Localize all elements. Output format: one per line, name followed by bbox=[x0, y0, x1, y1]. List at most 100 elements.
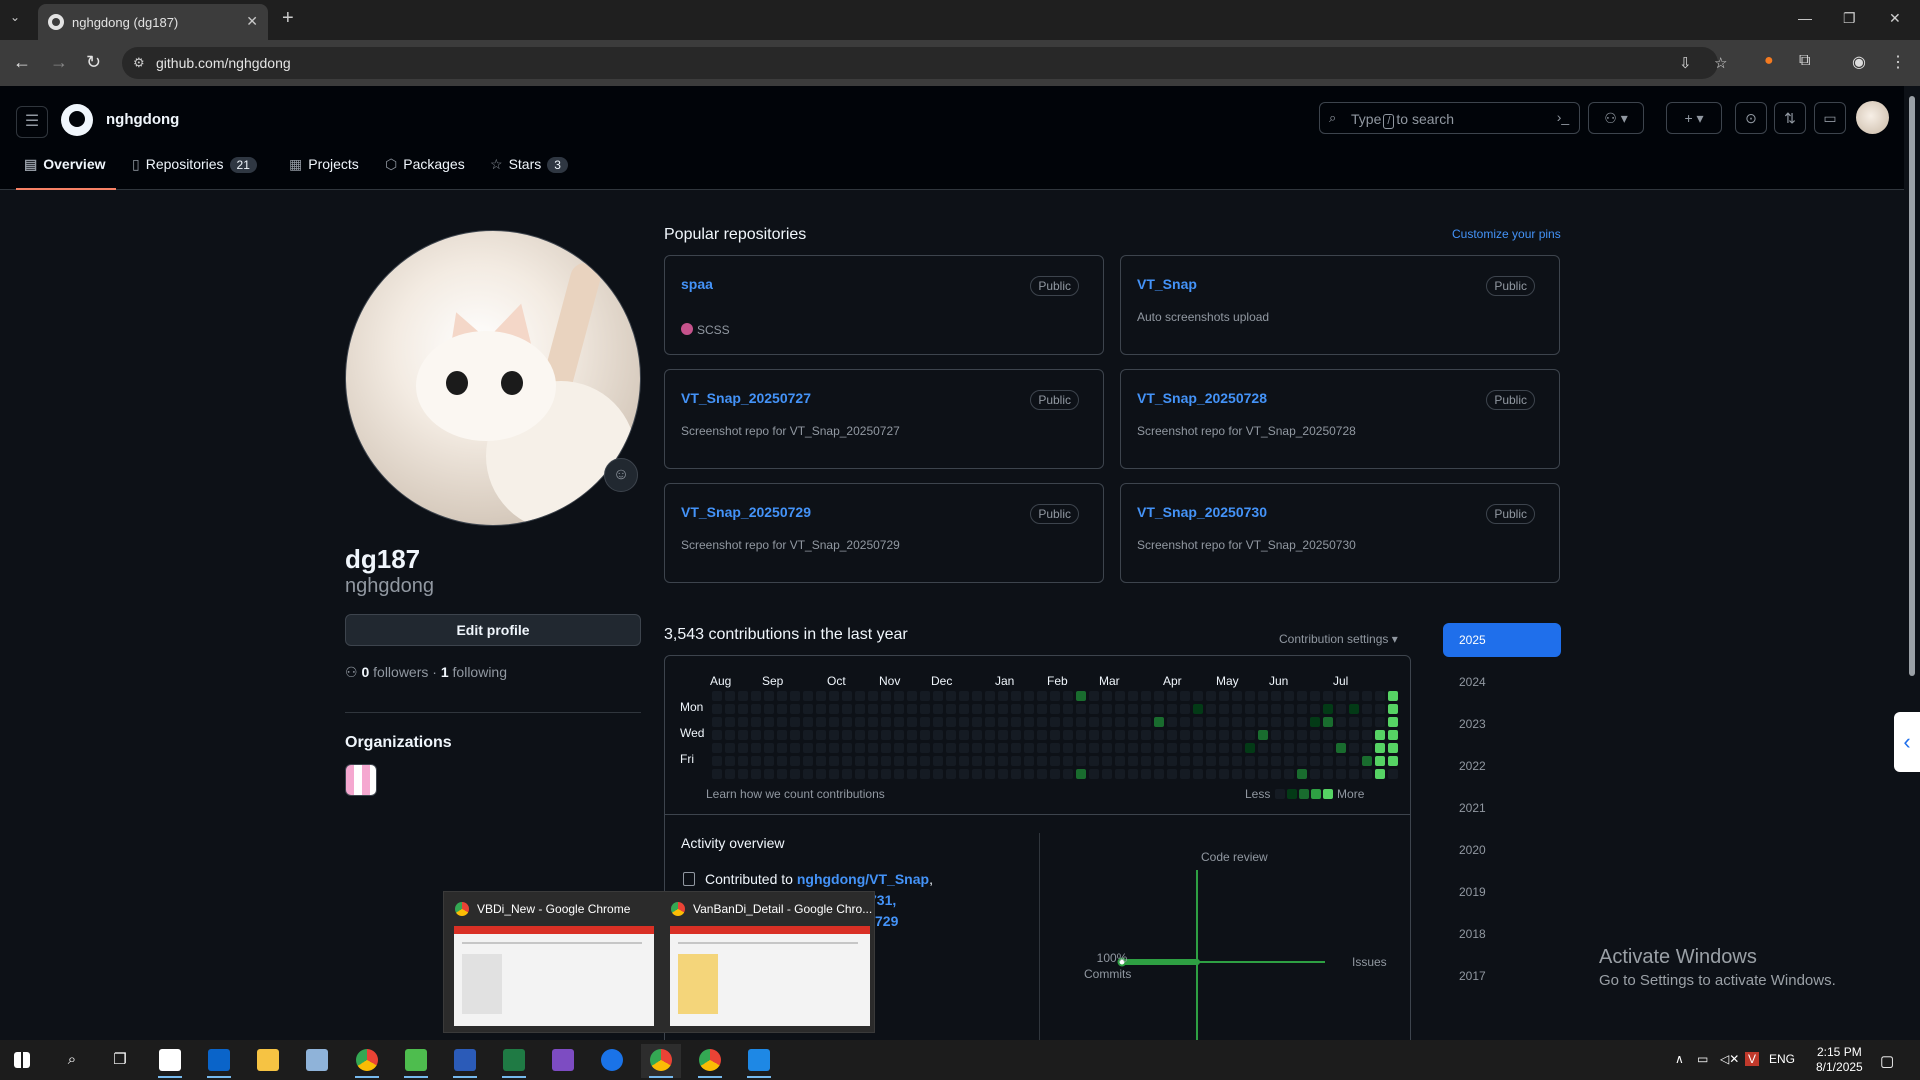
contribution-day[interactable] bbox=[1115, 717, 1125, 727]
contribution-day[interactable] bbox=[1154, 730, 1164, 740]
contribution-day[interactable] bbox=[920, 730, 930, 740]
contribution-day[interactable] bbox=[1167, 756, 1177, 766]
contribution-day[interactable] bbox=[1245, 743, 1255, 753]
contribution-day[interactable] bbox=[1089, 769, 1099, 779]
contribution-day[interactable] bbox=[868, 743, 878, 753]
contribution-day[interactable] bbox=[1141, 756, 1151, 766]
contribution-day[interactable] bbox=[959, 743, 969, 753]
customize-pins-link[interactable]: Customize your pins bbox=[1452, 227, 1561, 241]
file-explorer-icon[interactable] bbox=[248, 1044, 288, 1078]
thumbnail-title[interactable]: VBDi_New - Google Chrome bbox=[477, 902, 630, 916]
contribution-day[interactable] bbox=[1336, 743, 1346, 753]
contribution-day[interactable] bbox=[1362, 704, 1372, 714]
contribution-day[interactable] bbox=[855, 769, 865, 779]
contribution-day[interactable] bbox=[1128, 717, 1138, 727]
contribution-day[interactable] bbox=[1141, 730, 1151, 740]
contribution-day[interactable] bbox=[1245, 691, 1255, 701]
contribution-day[interactable] bbox=[985, 717, 995, 727]
contribution-day[interactable] bbox=[829, 704, 839, 714]
contribution-day[interactable] bbox=[1180, 704, 1190, 714]
contribution-day[interactable] bbox=[1102, 769, 1112, 779]
contribution-day[interactable] bbox=[1388, 743, 1398, 753]
year-2017[interactable]: 2017 bbox=[1443, 959, 1561, 993]
contribution-day[interactable] bbox=[907, 756, 917, 766]
contribution-day[interactable] bbox=[1063, 717, 1073, 727]
contribution-day[interactable] bbox=[881, 756, 891, 766]
bookmark-star-icon[interactable]: ☆ bbox=[1714, 54, 1727, 72]
contribution-day[interactable] bbox=[790, 730, 800, 740]
contribution-day[interactable] bbox=[1193, 730, 1203, 740]
contribution-day[interactable] bbox=[1284, 704, 1294, 714]
contribution-day[interactable] bbox=[972, 704, 982, 714]
contribution-day[interactable] bbox=[985, 743, 995, 753]
outlook-icon[interactable] bbox=[199, 1044, 239, 1078]
copilot-icon[interactable]: ⚇ ▾ bbox=[1588, 102, 1644, 134]
contribution-day[interactable] bbox=[1050, 704, 1060, 714]
contribution-day[interactable] bbox=[972, 691, 982, 701]
contribution-day[interactable] bbox=[1011, 691, 1021, 701]
contribution-day[interactable] bbox=[1258, 730, 1268, 740]
contribution-day[interactable] bbox=[998, 704, 1008, 714]
contribution-day[interactable] bbox=[1063, 704, 1073, 714]
contribution-day[interactable] bbox=[920, 691, 930, 701]
contribution-day[interactable] bbox=[1154, 743, 1164, 753]
contribution-day[interactable] bbox=[1362, 691, 1372, 701]
contribution-day[interactable] bbox=[946, 730, 956, 740]
contribution-day[interactable] bbox=[1024, 704, 1034, 714]
contribution-day[interactable] bbox=[790, 717, 800, 727]
contribution-day[interactable] bbox=[1128, 691, 1138, 701]
contribution-day[interactable] bbox=[933, 691, 943, 701]
contribution-day[interactable] bbox=[1167, 769, 1177, 779]
contribution-day[interactable] bbox=[933, 730, 943, 740]
contribution-day[interactable] bbox=[764, 756, 774, 766]
language-indicator[interactable]: ENG bbox=[1769, 1052, 1795, 1066]
back-icon[interactable]: ← bbox=[13, 52, 31, 73]
contribution-day[interactable] bbox=[816, 704, 826, 714]
contribution-day[interactable] bbox=[1050, 743, 1060, 753]
contribution-day[interactable] bbox=[777, 704, 787, 714]
contribution-day[interactable] bbox=[790, 743, 800, 753]
tab-overview[interactable]: ▤ Overview bbox=[16, 156, 116, 190]
contribution-day[interactable] bbox=[1271, 743, 1281, 753]
contribution-day[interactable] bbox=[1245, 730, 1255, 740]
contribution-day[interactable] bbox=[1232, 756, 1242, 766]
contribution-day[interactable] bbox=[907, 730, 917, 740]
following-count[interactable]: 1 bbox=[441, 664, 449, 680]
contribution-day[interactable] bbox=[1271, 730, 1281, 740]
contribution-day[interactable] bbox=[855, 756, 865, 766]
contribution-day[interactable] bbox=[1336, 704, 1346, 714]
contribution-day[interactable] bbox=[1115, 743, 1125, 753]
contribution-day[interactable] bbox=[1375, 691, 1385, 701]
contribution-day[interactable] bbox=[920, 756, 930, 766]
forward-icon[interactable]: → bbox=[50, 52, 68, 73]
contribution-day[interactable] bbox=[725, 691, 735, 701]
contribution-day[interactable] bbox=[933, 717, 943, 727]
contribution-day[interactable] bbox=[842, 691, 852, 701]
contribution-day[interactable] bbox=[1375, 743, 1385, 753]
contribution-day[interactable] bbox=[1297, 769, 1307, 779]
contribution-day[interactable] bbox=[1154, 717, 1164, 727]
contribution-day[interactable] bbox=[1258, 717, 1268, 727]
contribution-day[interactable] bbox=[1271, 717, 1281, 727]
contribution-day[interactable] bbox=[790, 691, 800, 701]
contribution-day[interactable] bbox=[842, 769, 852, 779]
site-info-icon[interactable]: ⚙ bbox=[133, 55, 145, 71]
contribution-day[interactable] bbox=[1154, 769, 1164, 779]
followers-label[interactable]: followers bbox=[373, 664, 428, 680]
contribution-day[interactable] bbox=[1050, 691, 1060, 701]
contribution-day[interactable] bbox=[738, 730, 748, 740]
contribution-day[interactable] bbox=[1219, 704, 1229, 714]
contribution-day[interactable] bbox=[751, 743, 761, 753]
contribution-day[interactable] bbox=[1102, 704, 1112, 714]
unikey-icon[interactable]: V bbox=[1745, 1052, 1760, 1066]
contribution-day[interactable] bbox=[1375, 704, 1385, 714]
contribution-day[interactable] bbox=[1154, 704, 1164, 714]
tab-projects[interactable]: ▦ Projects bbox=[289, 156, 359, 190]
contribution-day[interactable] bbox=[946, 756, 956, 766]
contribution-day[interactable] bbox=[803, 743, 813, 753]
contribution-day[interactable] bbox=[1180, 756, 1190, 766]
contribution-day[interactable] bbox=[1024, 717, 1034, 727]
contribution-day[interactable] bbox=[1167, 730, 1177, 740]
contribution-day[interactable] bbox=[1232, 769, 1242, 779]
contribution-day[interactable] bbox=[1024, 769, 1034, 779]
